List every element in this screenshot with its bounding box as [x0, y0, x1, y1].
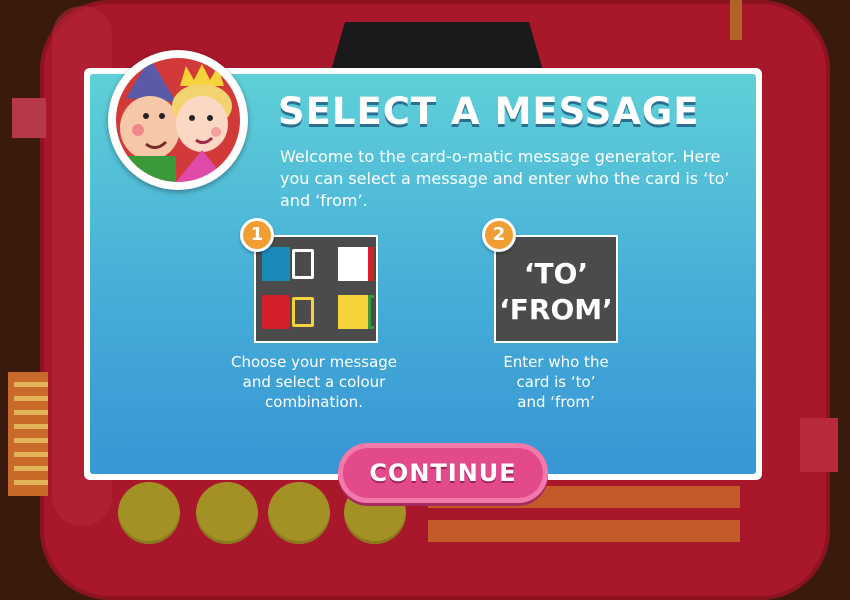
- continue-button[interactable]: CONTINUE: [338, 443, 548, 503]
- swatch-green-edge: [368, 295, 374, 329]
- antenna-decoration: [730, 0, 742, 40]
- machine-knob: [268, 482, 330, 544]
- swatch-yellow-fill: [338, 295, 368, 329]
- intro-text: Welcome to the card-o-matic message gene…: [280, 147, 730, 210]
- card-slot: [330, 22, 544, 74]
- left-side-tab: [12, 98, 46, 138]
- step-2-caption-line: Enter who the: [503, 353, 609, 371]
- side-grille: [8, 372, 48, 496]
- characters-illustration: [116, 58, 240, 182]
- to-label: ‘TO’: [523, 257, 589, 290]
- right-side-tab: [800, 418, 838, 472]
- machine-knob: [118, 482, 180, 544]
- ben-and-holly-avatar: [108, 50, 248, 190]
- step-2-badge: 2: [482, 218, 516, 252]
- swatch-white-fill: [338, 247, 368, 281]
- to-from-preview[interactable]: ‘TO’ ‘FROM’: [494, 235, 618, 343]
- swatch-red-fill: [262, 295, 290, 329]
- panel-stripe: [428, 520, 740, 542]
- step-2-caption-line: card is ‘to’: [516, 373, 596, 391]
- step-1-caption-line: combination.: [265, 393, 363, 411]
- step-2-caption-line: and ‘from’: [517, 393, 595, 411]
- machine-knob: [196, 482, 258, 544]
- swatch-white-outline: [292, 249, 314, 279]
- colour-combination-preview[interactable]: [254, 235, 378, 343]
- step-1-badge: 1: [240, 218, 274, 252]
- swatch-red-edge: [368, 247, 374, 281]
- step-1-caption: Choose your message and select a colour …: [214, 352, 414, 412]
- step-2-caption: Enter who the card is ‘to’ and ‘from’: [456, 352, 656, 412]
- swatch-blue-fill: [262, 247, 290, 281]
- swatch-yellow-outline: [292, 297, 314, 327]
- step-1-caption-line: Choose your message: [230, 353, 398, 371]
- from-label: ‘FROM’: [499, 293, 613, 326]
- step-1-caption-line: and select a colour: [242, 373, 386, 391]
- page-title: SELECT A MESSAGE: [278, 90, 700, 133]
